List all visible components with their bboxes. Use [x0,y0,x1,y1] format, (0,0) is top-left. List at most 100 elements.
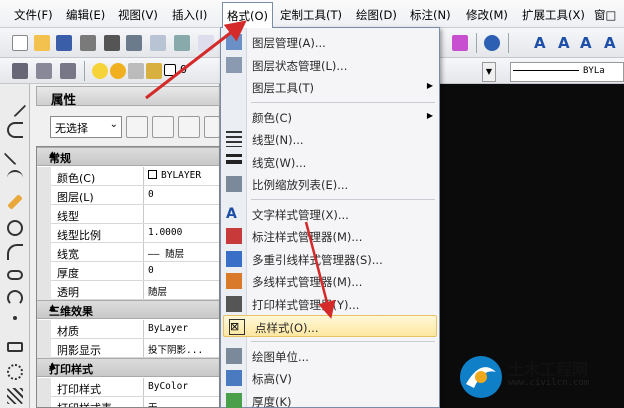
spline-icon[interactable] [7,170,23,186]
point-icon[interactable] [13,316,17,320]
layer-previous-icon[interactable] [36,63,52,79]
menu-10[interactable]: 窗□ [594,7,616,23]
pencil-icon[interactable] [7,194,23,210]
circle-icon[interactable] [7,220,23,236]
help-icon[interactable] [484,35,500,51]
rectangle-icon[interactable] [7,342,23,352]
layer-name[interactable]: 0 [180,63,187,76]
menu-item-14[interactable]: ⊠ 点样式(O)... [223,315,437,337]
text-a-icon[interactable]: A [558,35,574,51]
menu-item-18[interactable]: 厚度(K) [221,390,439,408]
property-value[interactable]: 随层 [143,281,219,299]
linetype-dropdown[interactable]: BYLa [510,62,624,82]
property-row[interactable]: 颜色(C) BYLAYER [37,167,219,186]
plot-icon[interactable] [174,35,190,51]
property-value[interactable]: 投下阴影... [143,339,219,357]
menu-0[interactable]: 文件(F) [14,7,53,23]
print-preview-icon[interactable] [80,35,96,51]
edit-text-icon[interactable]: A [580,35,596,51]
property-value[interactable]: ByColor [143,378,219,396]
property-value[interactable]: ByLayer [143,320,219,338]
text-style-a-icon[interactable]: A [534,35,550,51]
collapse-icon[interactable]: ▲ [49,150,219,160]
collapse-icon[interactable]: ▲ [49,303,219,313]
color-swatch-icon[interactable] [164,64,176,76]
section-header[interactable]: 打印样式 ▲ [37,358,219,377]
property-value[interactable]: 无 [143,397,219,407]
select-objects-button[interactable] [152,116,174,138]
menu-9[interactable]: 扩展工具(X) [522,7,585,23]
property-value[interactable] [143,205,219,223]
publish-icon[interactable] [126,35,142,51]
ellipse-icon[interactable] [7,270,23,280]
menu-item-17[interactable]: 标高(V) [221,367,439,389]
menu-item-5[interactable]: 线型(N)... [221,128,439,150]
new-file-icon[interactable] [12,35,28,51]
hatch-icon[interactable] [7,388,23,404]
property-row[interactable]: 透明 随层 [37,281,219,300]
match-layer-icon[interactable] [452,35,468,51]
property-row[interactable]: 厚度 0 [37,262,219,281]
menu-5[interactable]: 定制工具(T) [280,7,342,23]
menu-item-2[interactable]: 图层工具(T) ▶ [221,76,439,98]
section-header[interactable]: 三维效果 ▲ [37,300,219,319]
bulb-icon[interactable] [92,63,108,79]
arc-icon[interactable] [7,244,23,260]
collapse-icon[interactable]: ▲ [49,361,219,371]
menu-4[interactable]: 格式(O) [222,2,274,28]
layer-dropdown-arrow[interactable]: ▼ [482,62,496,82]
menu-item-6[interactable]: 线宽(W)... [221,151,439,173]
menu-item-1[interactable]: 图层状态管理(L)... [221,54,439,76]
filter-button[interactable] [204,116,220,138]
menu-3[interactable]: 插入(I) [172,7,207,23]
menu-item-9[interactable]: A 文字样式管理(X)... [221,203,439,225]
save-icon[interactable] [56,35,72,51]
print-icon[interactable] [104,35,120,51]
property-row[interactable]: 图层(L) 0 [37,186,219,205]
ellipse-arc-icon[interactable] [7,290,23,306]
menu-item-7[interactable]: 比例缩放列表(E)... [221,173,439,195]
property-row[interactable]: 打印样式表无 [37,397,219,407]
property-value[interactable]: BYLAYER [143,167,219,185]
layer-state-icon[interactable] [60,63,76,79]
property-row[interactable]: 材质 ByLayer [37,320,219,339]
menu-item-11[interactable]: 多重引线样式管理器(S)... [221,248,439,270]
sun-icon[interactable] [110,63,126,79]
preview-icon[interactable] [150,35,166,51]
toggle-pickadd-button[interactable] [126,116,148,138]
menu-item-10[interactable]: 标注样式管理器(M)... [221,225,439,247]
property-row[interactable]: 阴影显示 投下阴影... [37,339,219,358]
property-value-text: ByColor [148,381,189,392]
section-header[interactable]: 常规 ▲ [37,147,219,166]
property-value[interactable]: 0 [143,186,219,204]
property-row[interactable]: 线宽 —— 随层 [37,243,219,262]
selection-dropdown[interactable]: 无选择 ⌄ [50,116,122,138]
menu-item-16[interactable]: 绘图单位... [221,345,439,367]
xline-icon[interactable] [3,142,27,166]
polyline-icon[interactable] [7,122,23,138]
find-text-icon[interactable]: A [604,35,620,51]
spellcheck-icon[interactable] [198,35,214,51]
menu-7[interactable]: 标注(N) [410,7,451,23]
freeze-icon[interactable] [128,63,144,79]
menu-1[interactable]: 编辑(E) [66,7,105,23]
property-value[interactable]: 1.0000 [143,224,219,242]
property-row[interactable]: 线型比例 1.0000 [37,224,219,243]
menu-8[interactable]: 修改(M) [466,7,508,23]
layer-tools-icon[interactable] [12,63,28,79]
lock-icon[interactable] [146,63,162,79]
property-value[interactable]: —— 随层 [143,243,219,261]
menu-item-4[interactable]: 颜色(C) ▶ [221,106,439,128]
open-file-icon[interactable] [34,35,50,51]
line-icon[interactable] [3,94,27,118]
menu-item-12[interactable]: 多线样式管理器(M)... [221,270,439,292]
menu-2[interactable]: 视图(V) [118,7,158,23]
menu-6[interactable]: 绘图(D) [356,7,397,23]
property-value[interactable]: 0 [143,262,219,280]
property-row[interactable]: 线型 [37,205,219,224]
property-row[interactable]: 打印样式 ByColor [37,378,219,397]
menu-item-0[interactable]: 图层管理(A)... [221,31,439,53]
revcloud-icon[interactable] [7,364,23,380]
menu-item-13[interactable]: 打印样式管理器(Y)... [221,293,439,315]
quick-select-button[interactable] [178,116,200,138]
